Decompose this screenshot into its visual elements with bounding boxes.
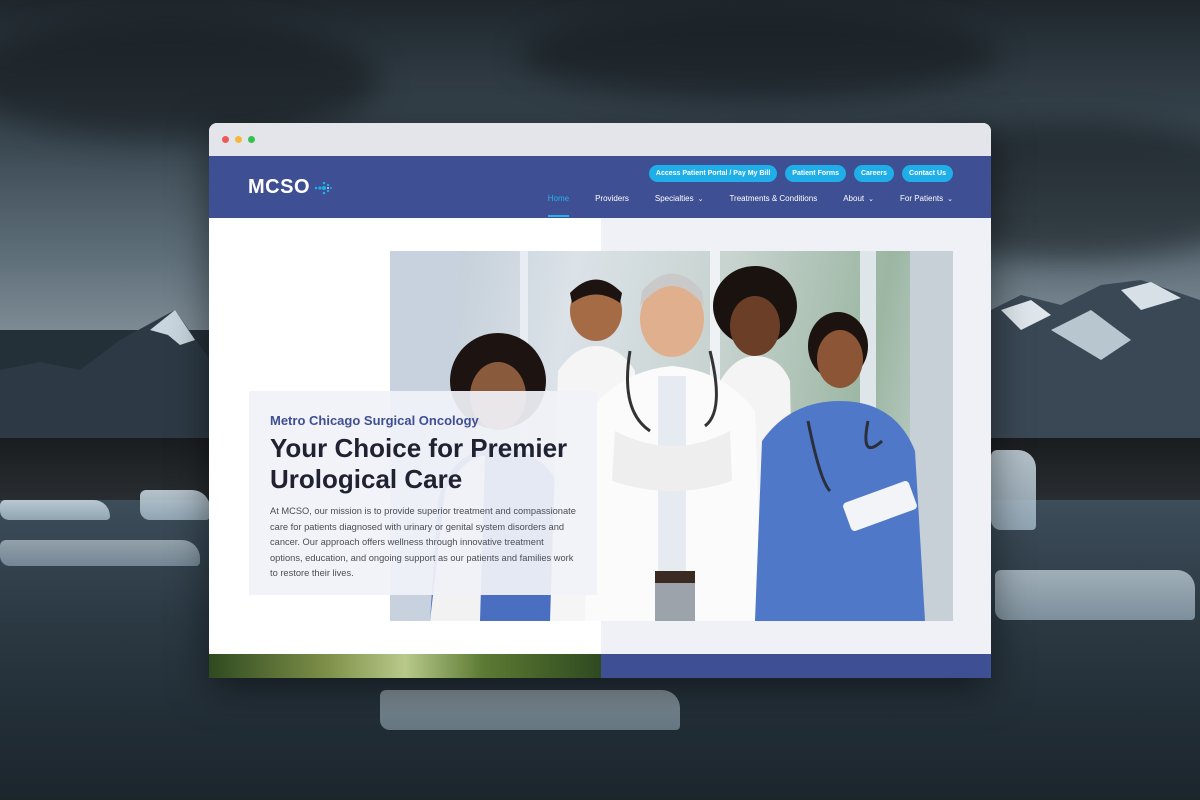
hero-headline: Your Choice for Premier Urological Care	[270, 433, 568, 494]
nav-home[interactable]: Home	[547, 194, 570, 217]
logo-text: MCSO	[248, 176, 310, 198]
site-header: MCSO Access Patient Portal / Pay My Bill…	[209, 156, 991, 218]
chevron-down-icon: ⌄	[947, 195, 953, 203]
main-nav: Home Providers Specialties ⌄ Treatments …	[547, 194, 953, 217]
hero-body-text: At MCSO, our mission is to provide super…	[270, 506, 576, 578]
utility-nav: Access Patient Portal / Pay My Bill Pati…	[648, 165, 953, 182]
nav-providers-label: Providers	[595, 194, 629, 203]
next-section-brand-strip	[601, 654, 991, 678]
nav-specialties[interactable]: Specialties ⌄	[655, 194, 704, 203]
hero-section: Metro Chicago Surgical Oncology Your Cho…	[209, 218, 991, 678]
patient-portal-button[interactable]: Access Patient Portal / Pay My Bill	[648, 165, 778, 182]
chevron-down-icon: ⌄	[868, 195, 874, 203]
careers-button[interactable]: Careers	[853, 165, 895, 182]
contact-us-button[interactable]: Contact Us	[902, 165, 953, 182]
next-section-image-strip	[209, 654, 601, 678]
patient-forms-button[interactable]: Patient Forms	[785, 165, 846, 182]
minimize-window-dot[interactable]	[235, 136, 242, 143]
nav-treatments-label: Treatments & Conditions	[729, 194, 818, 203]
nav-about[interactable]: About ⌄	[843, 194, 874, 203]
close-window-dot[interactable]	[222, 136, 229, 143]
nav-about-label: About	[843, 194, 865, 203]
hero-text-card: Metro Chicago Surgical Oncology Your Cho…	[249, 391, 597, 595]
browser-titlebar	[209, 123, 991, 156]
nav-treatments-conditions[interactable]: Treatments & Conditions	[729, 194, 817, 203]
nav-providers[interactable]: Providers	[595, 194, 629, 203]
browser-window: MCSO Access Patient Portal / Pay My Bill…	[209, 123, 991, 678]
maximize-window-dot[interactable]	[248, 136, 255, 143]
logo-dots-icon	[314, 181, 332, 194]
hero-eyebrow: Metro Chicago Surgical Oncology	[270, 413, 479, 428]
site-logo[interactable]: MCSO	[248, 176, 333, 199]
mountain-left	[0, 310, 210, 450]
nav-for-patients[interactable]: For Patients ⌄	[900, 194, 953, 203]
nav-home-label: Home	[547, 194, 570, 203]
mountain-right	[991, 280, 1200, 450]
nav-specialties-label: Specialties	[654, 194, 694, 203]
nav-for-patients-label: For Patients	[899, 194, 944, 203]
chevron-down-icon: ⌄	[697, 195, 704, 203]
